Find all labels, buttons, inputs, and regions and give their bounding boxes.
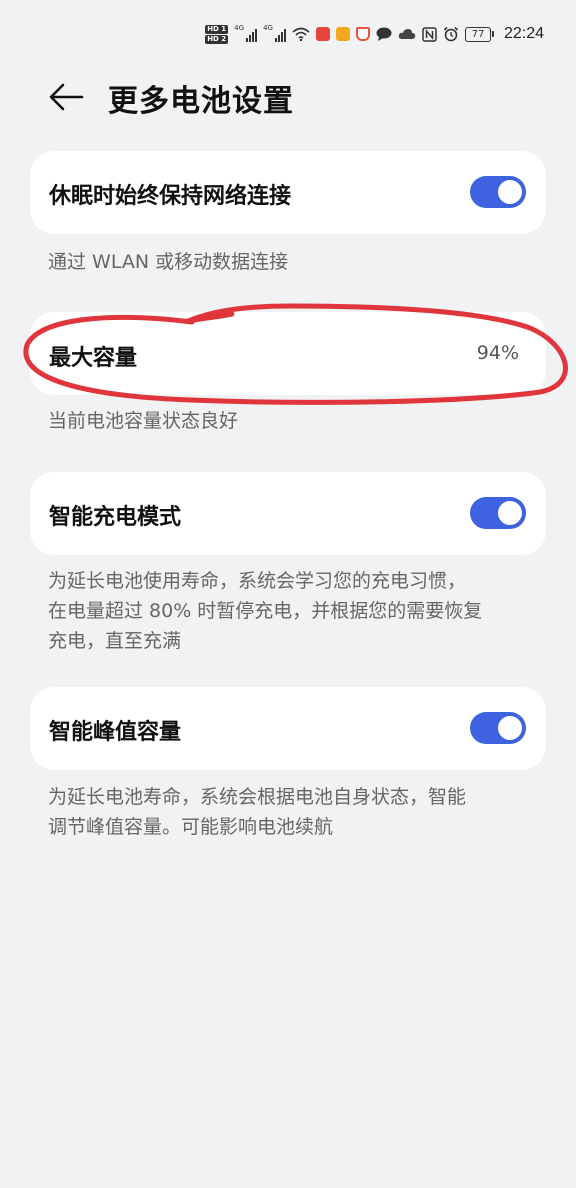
hd2-badge: HD 2: [205, 34, 229, 44]
setting-keep-network-card[interactable]: 休眠时始终保持网络连接: [30, 151, 546, 234]
nfc-icon: [422, 26, 437, 42]
setting-smart-charge-card[interactable]: 智能充电模式: [30, 472, 546, 555]
cloud-icon: [398, 29, 416, 39]
status-icons: HD 1 HD 2 4G 4G 77 22:24: [205, 20, 544, 48]
hd1-badge: HD 1: [205, 24, 229, 34]
alarm-icon: [443, 26, 459, 42]
max-capacity-value: 94%: [476, 342, 519, 364]
network-type-2: 4G: [263, 24, 273, 32]
desc-line: 为延长电池寿命，系统会根据电池自身状态，智能: [48, 786, 467, 808]
hd-badges: HD 1 HD 2: [205, 24, 229, 44]
keep-network-toggle[interactable]: [470, 176, 526, 208]
setting-max-capacity-card[interactable]: 最大容量 94%: [30, 312, 546, 395]
screen: HD 1 HD 2 4G 4G 77 22:24 更多电池设置 休眠时始终保持网…: [0, 0, 576, 1188]
setting-smart-charge-label: 智能充电模式: [49, 505, 182, 530]
battery-icon: 77: [464, 26, 494, 42]
setting-max-capacity-label: 最大容量: [49, 346, 138, 371]
setting-keep-network-desc: 通过 WLAN 或移动数据连接: [48, 251, 289, 273]
back-arrow-icon[interactable]: [48, 80, 84, 114]
toggle-knob: [498, 501, 522, 525]
message-icon: [376, 27, 392, 41]
desc-line: 调节峰值容量。可能影响电池续航: [48, 816, 334, 838]
battery-level: 77: [464, 26, 491, 42]
wifi-icon: [292, 27, 310, 41]
setting-smart-charge-desc: 为延长电池使用寿命，系统会学习您的充电习惯， 在电量超过 80% 时暂停充电，并…: [48, 566, 528, 656]
desc-line: 在电量超过 80% 时暂停充电，并根据您的需要恢复: [48, 600, 483, 622]
smart-charge-toggle[interactable]: [470, 497, 526, 529]
network-type-1: 4G: [234, 24, 245, 32]
setting-max-capacity-desc: 当前电池容量状态良好: [48, 410, 239, 432]
peak-capacity-toggle[interactable]: [470, 712, 526, 744]
signal-icon: [274, 26, 286, 42]
setting-peak-capacity-desc: 为延长电池寿命，系统会根据电池自身状态，智能 调节峰值容量。可能影响电池续航: [48, 782, 528, 842]
app-notification-icon: [315, 27, 330, 41]
setting-peak-capacity-label: 智能峰值容量: [49, 720, 182, 745]
toggle-knob: [498, 180, 522, 204]
status-bar: HD 1 HD 2 4G 4G 77 22:24: [0, 0, 576, 66]
desc-line: 为延长电池使用寿命，系统会学习您的充电习惯，: [48, 570, 467, 592]
toggle-knob: [498, 716, 522, 740]
status-time: 22:24: [503, 25, 544, 42]
setting-peak-capacity-card[interactable]: 智能峰值容量: [30, 687, 546, 770]
app-notification-icon: [355, 27, 370, 41]
setting-keep-network-label: 休眠时始终保持网络连接: [49, 184, 292, 209]
page-title: 更多电池设置: [108, 84, 294, 119]
signal-icon: [246, 26, 258, 42]
desc-line: 充电，直至充满: [48, 630, 182, 652]
app-notification-icon: [335, 27, 350, 41]
